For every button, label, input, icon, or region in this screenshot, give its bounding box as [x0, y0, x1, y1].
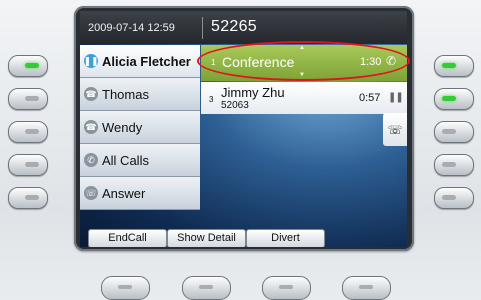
- session-lamp-3: [442, 129, 456, 134]
- softkey-divert[interactable]: Divert: [246, 229, 325, 247]
- call-number: 52063: [221, 100, 249, 111]
- line-key-2[interactable]: [8, 88, 48, 110]
- softkey-show-detail[interactable]: Show Detail: [167, 229, 246, 247]
- call-name: Jimmy Zhu: [221, 85, 285, 100]
- line-lamp-3: [25, 129, 39, 134]
- handset-icon: ☎: [84, 120, 98, 134]
- session-key-1[interactable]: [434, 55, 474, 77]
- line-alicia-fletcher[interactable]: ❚❚ Alicia Fletcher: [80, 45, 200, 78]
- line-list: ❚❚ Alicia Fletcher ☎ Thomas ☎ Wendy ✆ Al…: [80, 45, 200, 215]
- line-lamp-4: [25, 162, 39, 167]
- physical-softkey-2[interactable]: [182, 276, 231, 300]
- line-label: Wendy: [102, 119, 143, 135]
- session-key-5[interactable]: [434, 187, 474, 209]
- line-thomas[interactable]: ☎ Thomas: [80, 78, 200, 111]
- softkey-bar-mark: [279, 285, 293, 289]
- line-key-4[interactable]: [8, 154, 48, 176]
- session-lamp-5: [442, 195, 456, 200]
- session-key-4[interactable]: [434, 154, 474, 176]
- line-wendy[interactable]: ☎ Wendy: [80, 111, 200, 144]
- call-index: 3: [209, 95, 214, 104]
- line-label: All Calls: [102, 152, 149, 168]
- answer-icon: ☏: [84, 186, 98, 200]
- softkey-endcall[interactable]: EndCall: [88, 229, 167, 247]
- session-key-3[interactable]: [434, 121, 474, 143]
- physical-softkey-4[interactable]: [342, 276, 391, 300]
- end-call-icon[interactable]: ☏: [383, 113, 407, 146]
- date-time: 2009-07-14 12:59: [88, 22, 175, 34]
- softkey-bar: EndCall Show Detail Divert: [80, 227, 407, 247]
- call-session-jimmy-zhu[interactable]: 3 Jimmy Zhu 52063 0:57 ❚❚: [201, 82, 407, 114]
- line-label: Answer: [102, 185, 146, 201]
- pause-icon: ❚❚: [83, 54, 99, 68]
- softkey-bar-mark: [359, 285, 373, 289]
- handset-icon: ☎: [84, 87, 98, 101]
- physical-softkey-1[interactable]: [101, 276, 150, 300]
- header-divider: [202, 17, 203, 39]
- call-duration: 0:57: [359, 92, 381, 104]
- line-lamp-5: [25, 195, 39, 200]
- session-key-2[interactable]: [434, 88, 474, 110]
- line-label: Thomas: [102, 86, 149, 102]
- highlight-circle: [197, 41, 410, 81]
- line-key-5[interactable]: [8, 187, 48, 209]
- line-key-3[interactable]: [8, 121, 48, 143]
- session-lamp-1: [442, 63, 456, 68]
- softkey-bar-mark: [199, 285, 213, 289]
- pause-icon: ❚❚: [388, 92, 404, 103]
- line-label: Alicia Fletcher: [102, 53, 191, 69]
- line-key-1[interactable]: [8, 55, 48, 77]
- line-answer[interactable]: ☏ Answer: [80, 177, 200, 210]
- session-lamp-2: [442, 96, 456, 101]
- line-lamp-2: [25, 96, 39, 101]
- physical-softkey-3[interactable]: [262, 276, 311, 300]
- session-lamp-4: [442, 162, 456, 167]
- softkey-bar-mark: [118, 285, 132, 289]
- line-lamp-1: [25, 63, 39, 68]
- status-header: 2009-07-14 12:59 52265: [80, 11, 407, 44]
- all-calls-icon: ✆: [84, 153, 98, 167]
- line-all-calls[interactable]: ✆ All Calls: [80, 144, 200, 177]
- extension-number: 52265: [211, 18, 257, 35]
